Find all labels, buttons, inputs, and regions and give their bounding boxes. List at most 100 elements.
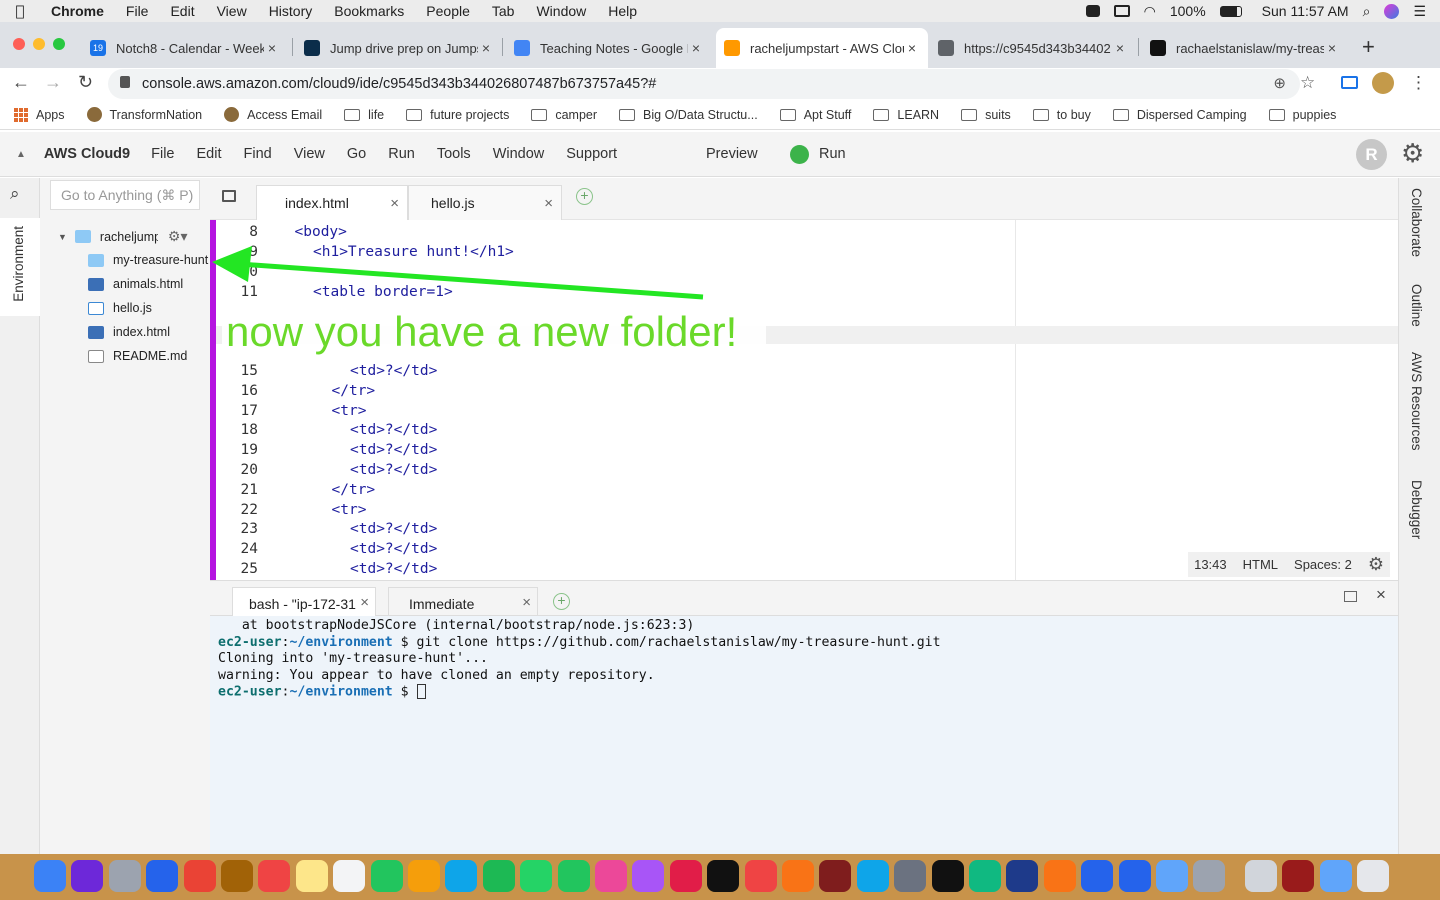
siri-icon[interactable] <box>1384 3 1400 19</box>
cast-icon[interactable] <box>1341 76 1358 89</box>
dock-app-icon[interactable] <box>1156 860 1188 892</box>
dock-app-icon[interactable] <box>1193 860 1226 892</box>
close-tab-icon[interactable]: × <box>904 40 920 56</box>
code-line[interactable]: <body> <box>295 224 347 240</box>
close-tab-icon[interactable]: × <box>544 195 553 212</box>
dock-app-icon[interactable] <box>782 860 814 892</box>
dock-app-icon[interactable] <box>295 860 328 892</box>
menu-item[interactable]: People <box>415 3 481 19</box>
indent-setting[interactable]: Spaces: 2 <box>1294 557 1352 572</box>
dock-app-icon[interactable] <box>71 860 104 892</box>
terminal-cursor[interactable] <box>416 684 426 699</box>
menu-item[interactable]: Bookmarks <box>323 3 415 19</box>
bookmark-item[interactable]: Access Email <box>224 107 322 122</box>
lock-icon[interactable] <box>120 76 130 88</box>
browser-tab[interactable]: rachaelstanislaw/my-treasu × <box>1142 28 1348 68</box>
bookmark-item[interactable]: puppies <box>1268 108 1336 122</box>
dock-app-icon[interactable] <box>1118 860 1151 892</box>
new-tab-button[interactable]: + <box>1362 34 1375 60</box>
browser-tab[interactable]: racheljumpstart - AWS Clou × <box>716 28 928 68</box>
dock-app-icon[interactable] <box>744 860 777 892</box>
dock-app-icon[interactable] <box>819 860 852 892</box>
bookmark-item[interactable]: life <box>344 108 384 122</box>
omnibox[interactable]: console.aws.amazon.com/cloud9/ide/c9545d… <box>108 69 1300 99</box>
cloud9-menu-item[interactable]: Tools <box>426 146 482 162</box>
run-play-icon[interactable] <box>790 145 809 164</box>
clock[interactable]: Sun 11:57 AM <box>1262 3 1349 19</box>
dock-app-icon[interactable] <box>445 860 478 892</box>
chevron-down-icon[interactable]: ▼ <box>58 232 67 242</box>
menu-item[interactable]: View <box>206 3 258 19</box>
bookmark-star-icon[interactable]: ☆ <box>1300 73 1315 93</box>
dock-app-icon[interactable] <box>221 860 253 892</box>
tree-item[interactable]: animals.html <box>88 277 210 291</box>
dock-app-icon[interactable] <box>146 860 179 892</box>
code-line[interactable]: <td>?</td> <box>350 462 437 478</box>
dock-app-icon[interactable] <box>595 860 627 892</box>
dock-app-icon[interactable] <box>856 860 889 892</box>
menu-item[interactable]: Edit <box>159 3 205 19</box>
dock-app-icon[interactable] <box>1043 860 1076 892</box>
terminal[interactable]: at bootstrapNodeJSCore (internal/bootstr… <box>210 616 1398 854</box>
code-line[interactable]: <td>?</td> <box>350 541 437 557</box>
cloud9-menu-item[interactable]: Run <box>377 146 426 162</box>
notification-center-icon[interactable]: ☰ <box>1413 3 1426 20</box>
browser-tab[interactable]: Jump drive prep on Jumpst × <box>296 28 502 68</box>
dock-app-icon[interactable] <box>894 860 927 892</box>
dock-app-icon[interactable] <box>557 860 590 892</box>
close-tab-icon[interactable]: × <box>478 40 494 56</box>
close-tab-icon[interactable]: × <box>522 594 531 611</box>
dock-app-icon[interactable] <box>669 860 702 892</box>
browser-tab[interactable]: 19 Notch8 - Calendar - Week o × <box>82 28 288 68</box>
dock-app-icon[interactable] <box>1081 860 1114 892</box>
dock-app-icon[interactable] <box>333 860 366 892</box>
minimize-window-button[interactable] <box>33 38 45 50</box>
collapse-menu-icon[interactable]: ▲ <box>16 149 26 160</box>
dock-app-icon[interactable] <box>408 860 440 892</box>
menu-item[interactable]: Help <box>597 3 648 19</box>
menu-item[interactable]: History <box>258 3 324 19</box>
environment-tab[interactable]: Environment <box>0 218 40 316</box>
right-rail-tab[interactable]: AWS Resources <box>1409 352 1424 451</box>
dock-app-icon[interactable] <box>183 860 216 892</box>
tree-item[interactable]: my-treasure-hunt <box>88 253 210 267</box>
close-tab-icon[interactable]: × <box>360 594 369 611</box>
go-to-anything-input[interactable]: Go to Anything (⌘ P) <box>50 180 200 210</box>
dock-app-icon[interactable] <box>1319 860 1352 892</box>
editor-tab-hello-js[interactable]: hello.js × <box>408 185 562 220</box>
cloud9-menu-item[interactable]: File <box>140 146 185 162</box>
code-line[interactable]: <td>?</td> <box>350 442 437 458</box>
dock-app-icon[interactable] <box>482 860 515 892</box>
reload-button[interactable]: ↻ <box>78 72 93 93</box>
cloud9-menu-item[interactable]: Edit <box>185 146 232 162</box>
forward-button[interactable]: → <box>44 72 62 93</box>
dock-app-icon[interactable] <box>370 860 403 892</box>
run-button[interactable]: Run <box>819 146 846 162</box>
tree-item[interactable]: README.md <box>88 349 210 363</box>
tree-item[interactable]: index.html <box>88 325 210 339</box>
dock-app-icon[interactable] <box>931 860 964 892</box>
dock-app-icon[interactable] <box>1282 860 1315 892</box>
apple-menu-icon[interactable]:  <box>0 2 40 20</box>
code-line[interactable]: <td>?</td> <box>350 561 437 577</box>
menu-app-name[interactable]: Chrome <box>40 3 115 19</box>
url-text[interactable]: console.aws.amazon.com/cloud9/ide/c9545d… <box>142 76 656 92</box>
terminal-tab-immediate[interactable]: Immediate × <box>388 587 538 617</box>
wifi-icon[interactable]: ◠ <box>1144 3 1156 20</box>
cloud9-menu-item[interactable]: View <box>283 146 336 162</box>
code-line[interactable]: <tr> <box>332 502 367 518</box>
code-line[interactable]: <td>?</td> <box>350 363 437 379</box>
bookmark-item[interactable]: camper <box>531 108 597 122</box>
menu-item[interactable]: Tab <box>481 3 526 19</box>
profile-avatar[interactable] <box>1372 72 1394 94</box>
spotlight-search-icon[interactable]: ⌕ <box>1363 3 1371 20</box>
add-terminal-icon[interactable]: + <box>553 593 570 610</box>
cloud9-menu-item[interactable]: Support <box>555 146 628 162</box>
cloud9-brand[interactable]: AWS Cloud9 <box>44 146 130 162</box>
tree-settings-gear-icon[interactable]: ⚙▾ <box>168 228 188 245</box>
close-tab-icon[interactable]: × <box>1324 40 1340 56</box>
close-tab-icon[interactable]: × <box>390 195 399 212</box>
cursor-position[interactable]: 13:43 <box>1194 557 1227 572</box>
code-line[interactable]: <tr> <box>332 403 367 419</box>
editor-tab-index-html[interactable]: index.html × <box>256 185 408 220</box>
